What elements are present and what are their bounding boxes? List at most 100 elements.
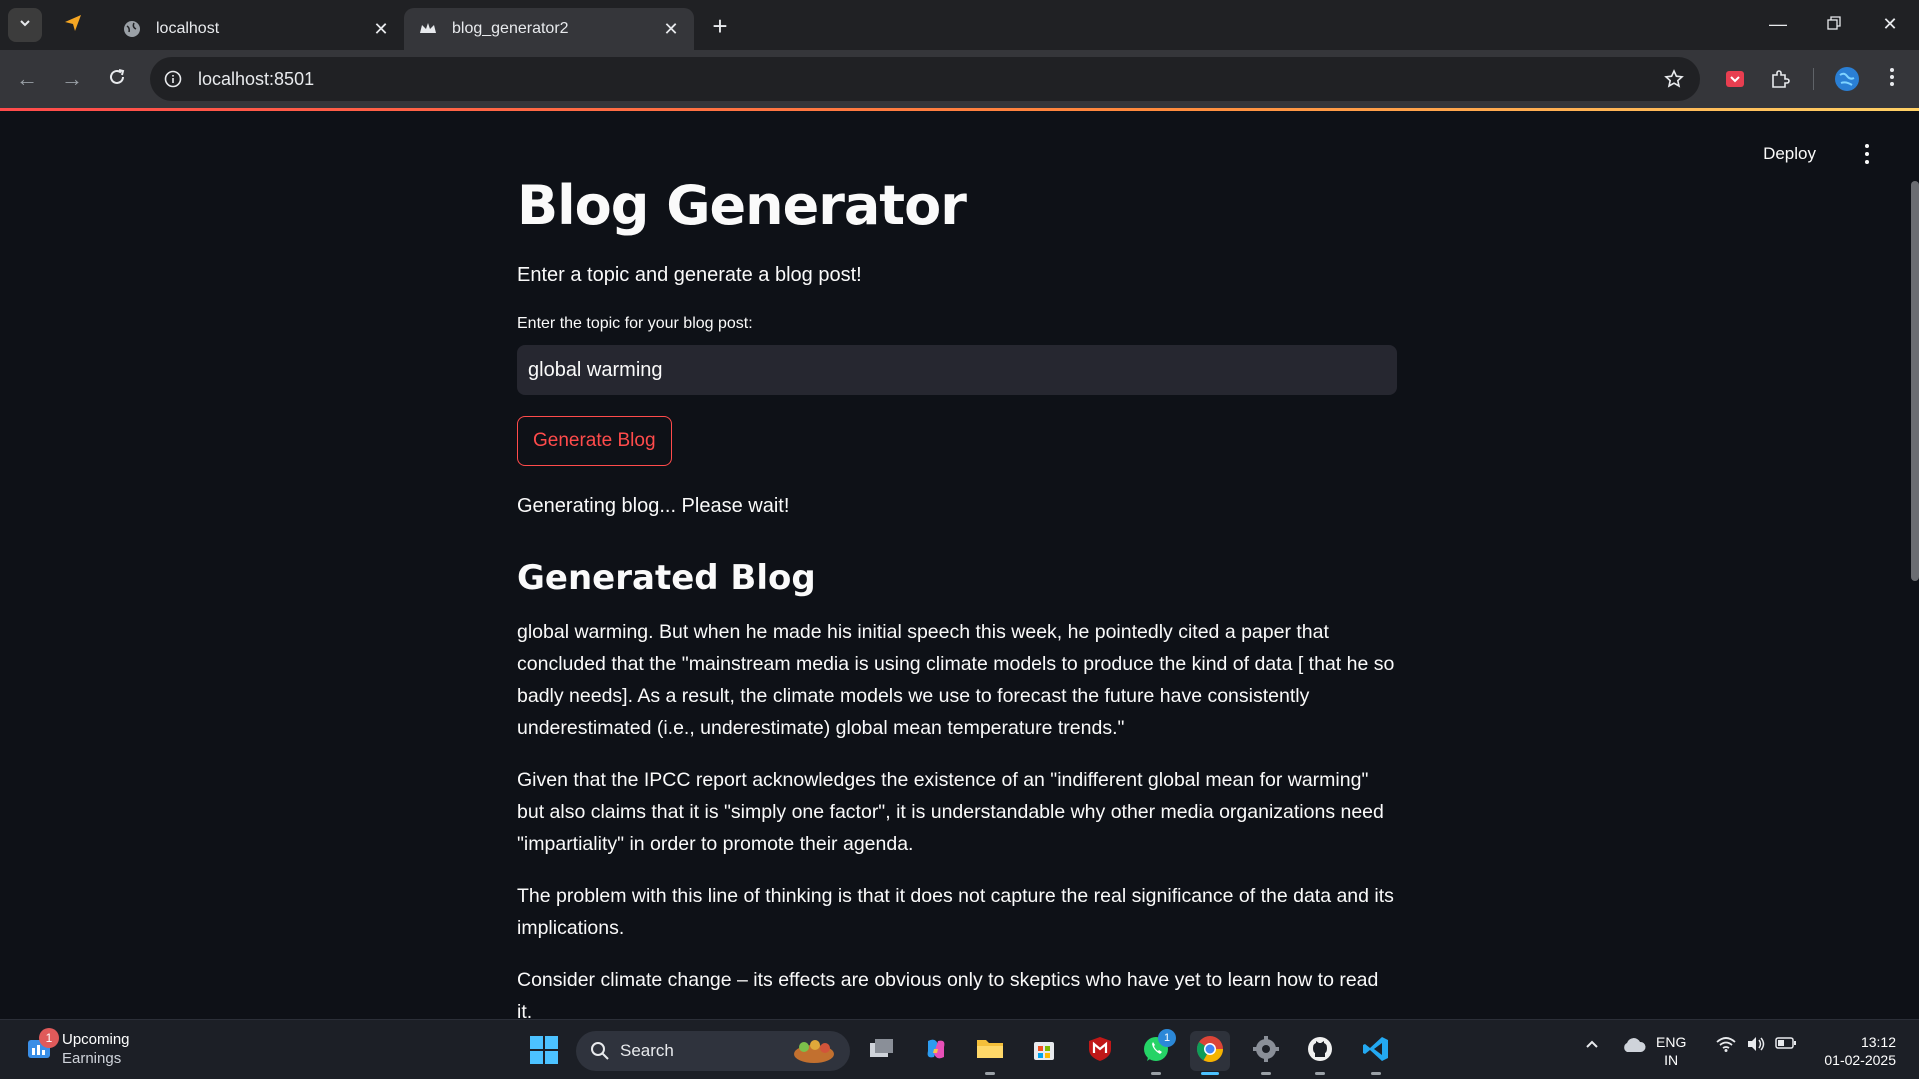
running-indicator	[1315, 1072, 1325, 1075]
tab-label: localhost	[156, 20, 220, 37]
site-info-icon[interactable]	[162, 68, 184, 90]
toolbar-divider	[1813, 68, 1814, 90]
clock-time: 13:12	[1860, 1034, 1896, 1050]
chevron-down-icon	[18, 16, 32, 35]
reload-button[interactable]	[100, 62, 134, 96]
start-button[interactable]	[528, 1034, 560, 1066]
new-tab-button[interactable]: +	[706, 11, 734, 41]
whatsapp-badge: 1	[1158, 1029, 1176, 1047]
show-hidden-icons-button[interactable]	[1580, 1036, 1604, 1054]
tab-search-button[interactable]	[8, 8, 42, 42]
url-text: localhost:8501	[198, 68, 315, 89]
browser-toolbar: ← → localhost:8501	[0, 50, 1919, 108]
task-view-button[interactable]	[862, 1031, 902, 1071]
kebab-menu-icon	[1889, 67, 1895, 92]
file-explorer-button[interactable]	[970, 1031, 1010, 1075]
restore-button[interactable]	[1806, 0, 1862, 48]
chrome-button[interactable]	[1190, 1031, 1230, 1075]
stocks-widget-icon: 1	[24, 1028, 59, 1064]
task-view-icon	[868, 1037, 896, 1066]
tab-localhost[interactable]: localhost ✕	[108, 8, 404, 50]
wifi-icon	[1716, 1036, 1736, 1057]
browser-tab-bar: localhost ✕ blog_generator2 ✕ + — ✕	[0, 0, 1919, 50]
send-arrow-icon	[62, 12, 84, 39]
reload-icon	[108, 66, 126, 92]
cloud-icon	[1621, 1036, 1647, 1059]
shield-icon	[1087, 1035, 1113, 1068]
running-indicator	[1151, 1072, 1161, 1075]
close-icon[interactable]: ✕	[660, 18, 682, 40]
bookmark-star-icon[interactable]	[1662, 67, 1686, 91]
generate-blog-button[interactable]: Generate Blog	[517, 416, 672, 466]
chevron-up-icon	[1585, 1036, 1599, 1054]
battery-icon	[1775, 1036, 1797, 1055]
close-icon[interactable]: ✕	[370, 18, 392, 40]
minimize-icon: —	[1769, 13, 1787, 34]
wifi-status[interactable]	[1714, 1036, 1738, 1057]
microsoft-store-button[interactable]	[1024, 1031, 1064, 1071]
battery-status[interactable]	[1774, 1036, 1798, 1055]
pinned-tab[interactable]	[58, 10, 88, 40]
browser-menu-button[interactable]	[1875, 62, 1909, 96]
blog-paragraph: Consider climate change – its effects ar…	[517, 969, 1379, 1019]
mcafee-button[interactable]	[1080, 1031, 1120, 1071]
back-button[interactable]: ←	[10, 62, 44, 96]
app-viewport: Deploy Blog Generator Enter a topic and …	[0, 111, 1919, 1019]
arrow-right-icon: →	[61, 66, 83, 91]
gear-icon	[1252, 1035, 1280, 1068]
chrome-icon	[1195, 1034, 1225, 1069]
volume-status[interactable]	[1744, 1036, 1768, 1057]
globe-icon	[122, 19, 142, 39]
windows-logo-icon	[528, 1036, 560, 1070]
deploy-button[interactable]: Deploy	[1763, 144, 1816, 164]
speaker-icon	[1746, 1036, 1766, 1057]
kebab-dot	[1865, 144, 1869, 148]
copilot-button[interactable]	[916, 1031, 956, 1071]
clock-date: 01-02-2025	[1824, 1052, 1896, 1068]
widgets-button[interactable]: 1 Upcoming Earnings	[24, 1028, 130, 1068]
minimize-button[interactable]: —	[1750, 0, 1806, 48]
search-highlight-icon	[790, 1036, 838, 1066]
generated-blog-heading: Generated Blog	[517, 558, 816, 598]
main-content: Blog Generator Enter a topic and generat…	[517, 175, 1397, 1019]
widget-badge: 1	[39, 1028, 59, 1048]
status-text: Generating blog... Please wait!	[517, 495, 790, 517]
arrow-left-icon: ←	[16, 66, 38, 91]
profile-avatar[interactable]	[1830, 62, 1864, 96]
close-window-button[interactable]: ✕	[1862, 0, 1918, 48]
blog-paragraph: global warming. But when he made his ini…	[517, 621, 1395, 739]
intro-text: Enter a topic and generate a blog post!	[517, 264, 862, 286]
blog-paragraph: Given that the IPCC report acknowledges …	[517, 769, 1384, 855]
input-language-indicator[interactable]: ENG IN	[1656, 1033, 1686, 1069]
extension-pocket-icon[interactable]	[1718, 62, 1752, 96]
github-icon	[1306, 1035, 1334, 1068]
folder-icon	[975, 1036, 1005, 1067]
taskbar-search[interactable]: Search	[576, 1031, 850, 1071]
github-desktop-button[interactable]	[1300, 1031, 1340, 1075]
settings-button[interactable]	[1246, 1031, 1286, 1075]
store-icon	[1031, 1036, 1057, 1067]
extensions-puzzle-icon[interactable]	[1763, 62, 1797, 96]
topic-input-label: Enter the topic for your blog post:	[517, 315, 753, 332]
scrollbar-thumb[interactable]	[1911, 181, 1919, 581]
whatsapp-button[interactable]: 1	[1136, 1029, 1176, 1075]
topic-input[interactable]: global warming	[517, 345, 1397, 395]
onedrive-button[interactable]	[1620, 1036, 1648, 1059]
tab-label: blog_generator2	[452, 20, 569, 37]
running-indicator	[1371, 1072, 1381, 1075]
address-bar[interactable]: localhost:8501	[150, 57, 1700, 101]
running-indicator	[1201, 1072, 1219, 1075]
widget-subtitle: Earnings	[62, 1050, 122, 1067]
vscode-button[interactable]	[1356, 1031, 1396, 1075]
search-icon	[590, 1041, 610, 1061]
running-indicator	[985, 1072, 995, 1075]
system-clock[interactable]: 13:12 01-02-2025	[1824, 1033, 1896, 1069]
forward-button[interactable]: →	[55, 62, 89, 96]
tab-blog-generator2[interactable]: blog_generator2 ✕	[404, 8, 694, 50]
language-code: ENG	[1656, 1034, 1687, 1050]
blog-paragraph: The problem with this line of thinking i…	[517, 885, 1394, 939]
main-menu-button[interactable]	[1857, 142, 1877, 166]
kebab-dot	[1865, 160, 1869, 164]
search-label: Search	[620, 1041, 674, 1060]
streamlit-crown-icon	[418, 19, 438, 39]
